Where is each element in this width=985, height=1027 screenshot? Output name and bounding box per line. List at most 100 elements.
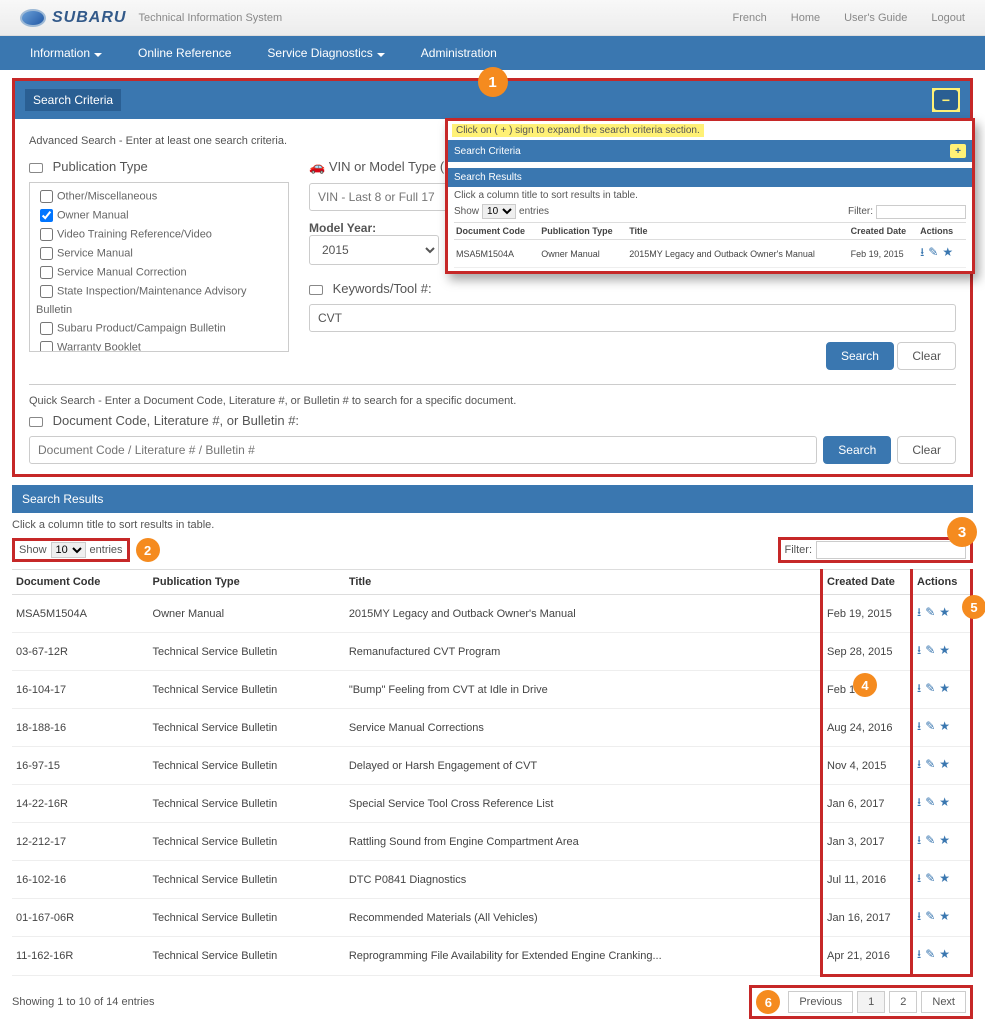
- download-icon[interactable]: ⭳: [917, 679, 921, 700]
- collapse-button[interactable]: −: [934, 90, 958, 110]
- download-icon[interactable]: ⭳: [917, 603, 921, 624]
- pub-type-item[interactable]: Warranty Booklet: [36, 338, 282, 352]
- download-icon[interactable]: ⭳: [917, 869, 921, 890]
- edit-icon[interactable]: ✎: [928, 245, 938, 259]
- caret-down-icon: [377, 53, 385, 57]
- nav-information[interactable]: Information: [12, 46, 120, 60]
- col-pub-type[interactable]: Publication Type: [149, 570, 345, 595]
- pub-type-checkbox[interactable]: [40, 266, 53, 279]
- pager-previous[interactable]: Previous: [788, 991, 853, 1013]
- download-icon[interactable]: ⭳: [917, 907, 921, 928]
- table-row: 12-212-17Technical Service BulletinRattl…: [12, 823, 972, 861]
- ov-col-title[interactable]: Title: [627, 223, 848, 240]
- edit-icon[interactable]: ✎: [925, 871, 935, 885]
- edit-icon[interactable]: ✎: [925, 681, 935, 695]
- pub-type-checkbox[interactable]: [40, 247, 53, 260]
- pub-type-checkbox[interactable]: [40, 228, 53, 241]
- edit-icon[interactable]: ✎: [925, 909, 935, 923]
- expand-button[interactable]: +: [950, 144, 966, 158]
- link-french[interactable]: French: [733, 12, 767, 24]
- pub-type-item[interactable]: Service Manual: [36, 244, 282, 263]
- star-icon[interactable]: ★: [939, 643, 950, 657]
- search-button[interactable]: Search: [826, 342, 894, 370]
- show-entries-select[interactable]: 10: [51, 542, 86, 558]
- link-logout[interactable]: Logout: [931, 12, 965, 24]
- star-icon[interactable]: ★: [939, 871, 950, 885]
- pub-type-item[interactable]: Owner Manual: [36, 206, 282, 225]
- ov-col-created[interactable]: Created Date: [849, 223, 918, 240]
- cell-doc-code: 18-188-16: [12, 709, 149, 747]
- pub-type-checkbox[interactable]: [40, 190, 53, 203]
- ov-cell-type: Owner Manual: [539, 240, 627, 268]
- quick-clear-button[interactable]: Clear: [897, 436, 956, 464]
- star-icon[interactable]: ★: [939, 947, 950, 961]
- link-home[interactable]: Home: [791, 12, 820, 24]
- cell-created-date: Sep 28, 2015: [822, 633, 912, 671]
- download-icon[interactable]: ⭳: [917, 717, 921, 738]
- edit-icon[interactable]: ✎: [925, 643, 935, 657]
- col-doc-code[interactable]: Document Code: [12, 570, 149, 595]
- cell-created-date: Jul 11, 2016: [822, 861, 912, 899]
- cell-pub-type: Technical Service Bulletin: [149, 709, 345, 747]
- download-icon[interactable]: ⭳: [917, 641, 921, 662]
- cell-doc-code: 16-102-16: [12, 861, 149, 899]
- pager-page-2[interactable]: 2: [889, 991, 917, 1013]
- star-icon[interactable]: ★: [939, 909, 950, 923]
- download-icon[interactable]: ⭳: [917, 755, 921, 776]
- pager-next[interactable]: Next: [921, 991, 966, 1013]
- star-icon[interactable]: ★: [939, 833, 950, 847]
- pub-type-checkbox[interactable]: [40, 341, 53, 352]
- nav-online-reference[interactable]: Online Reference: [120, 46, 249, 60]
- overlay-hint: Click on ( + ) sign to expand the search…: [452, 124, 704, 137]
- keywords-input[interactable]: [309, 304, 956, 332]
- pub-type-item[interactable]: Video Training Reference/Video: [36, 225, 282, 244]
- star-icon[interactable]: ★: [939, 681, 950, 695]
- table-row: 16-97-15Technical Service BulletinDelaye…: [12, 747, 972, 785]
- edit-icon[interactable]: ✎: [925, 795, 935, 809]
- pub-type-item[interactable]: Service Manual Correction: [36, 263, 282, 282]
- pub-type-checkbox[interactable]: [40, 209, 53, 222]
- ov-col-doc-code[interactable]: Document Code: [454, 223, 539, 240]
- pub-type-checkbox[interactable]: [40, 322, 53, 335]
- edit-icon[interactable]: ✎: [925, 947, 935, 961]
- edit-icon[interactable]: ✎: [925, 719, 935, 733]
- star-icon[interactable]: ★: [939, 605, 950, 619]
- app-tagline: Technical Information System: [138, 12, 282, 24]
- cell-doc-code: 16-97-15: [12, 747, 149, 785]
- col-actions[interactable]: Actions: [912, 570, 972, 595]
- star-icon[interactable]: ★: [939, 795, 950, 809]
- download-icon[interactable]: ⭳: [917, 831, 921, 852]
- pub-type-item[interactable]: State Inspection/Maintenance Advisory Bu…: [36, 282, 282, 319]
- pub-type-checkbox[interactable]: [40, 285, 53, 298]
- overlay-filter-input[interactable]: [876, 205, 966, 219]
- star-icon[interactable]: ★: [939, 757, 950, 771]
- pub-type-item[interactable]: Subaru Product/Campaign Bulletin: [36, 319, 282, 338]
- ov-col-actions[interactable]: Actions: [918, 223, 966, 240]
- pager-page-1[interactable]: 1: [857, 991, 885, 1013]
- ov-col-pub-type[interactable]: Publication Type: [539, 223, 627, 240]
- edit-icon[interactable]: ✎: [925, 605, 935, 619]
- publication-type-list[interactable]: Other/MiscellaneousOwner ManualVideo Tra…: [29, 182, 289, 352]
- download-icon[interactable]: ⭳: [920, 243, 924, 264]
- download-icon[interactable]: ⭳: [917, 793, 921, 814]
- model-year-select[interactable]: 2015: [309, 235, 439, 265]
- overlay-results-table: Document Code Publication Type Title Cre…: [454, 222, 966, 268]
- cell-doc-code: MSA5M1504A: [12, 595, 149, 633]
- filter-input[interactable]: [816, 541, 966, 559]
- cell-title: Service Manual Corrections: [345, 709, 822, 747]
- pub-type-item[interactable]: Other/Miscellaneous: [36, 187, 282, 206]
- col-title[interactable]: Title: [345, 570, 822, 595]
- quick-search-button[interactable]: Search: [823, 436, 891, 464]
- col-created-date[interactable]: Created Date: [822, 570, 912, 595]
- clear-button[interactable]: Clear: [897, 342, 956, 370]
- edit-icon[interactable]: ✎: [925, 757, 935, 771]
- edit-icon[interactable]: ✎: [925, 833, 935, 847]
- star-icon[interactable]: ★: [939, 719, 950, 733]
- overlay-show-select[interactable]: 10: [482, 204, 516, 219]
- nav-service-diagnostics[interactable]: Service Diagnostics: [249, 46, 402, 60]
- nav-administration[interactable]: Administration: [403, 46, 515, 60]
- download-icon[interactable]: ⭳: [917, 945, 921, 966]
- star-icon[interactable]: ★: [942, 245, 953, 259]
- quick-search-input[interactable]: [29, 436, 817, 464]
- link-users-guide[interactable]: User's Guide: [844, 12, 907, 24]
